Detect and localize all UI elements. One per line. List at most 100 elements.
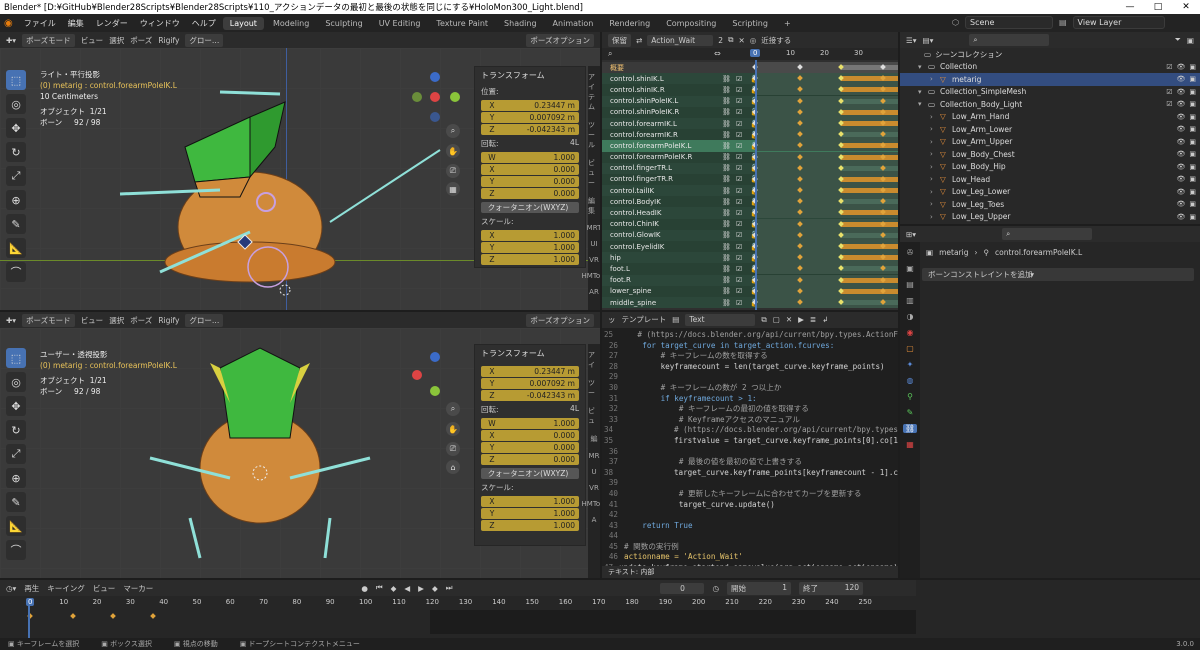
gizmo-x-icon[interactable]	[430, 92, 440, 102]
preview-range-icon[interactable]: ◷	[712, 584, 719, 593]
scene-props-icon[interactable]: ◑	[907, 312, 914, 321]
dopesheet-channel-row[interactable]: control.tailIK⛓☑🔓	[602, 185, 898, 197]
gizmo-y-icon[interactable]	[430, 386, 440, 396]
mute-checkbox-icon[interactable]: ☑	[736, 254, 750, 262]
outliner-item[interactable]: ▾ ▭ Collection_Body_Light ☑ 👁 ▣	[900, 98, 1200, 111]
object-props-icon[interactable]: ▢	[906, 344, 914, 353]
new-collection-icon[interactable]: ▣	[1187, 36, 1194, 45]
code-line[interactable]: 32 # キーフレームの最初の値を取得する	[602, 404, 898, 415]
unlink-action-icon[interactable]: ✕	[738, 36, 744, 45]
dopesheet-editor[interactable]: 保留 ⇄ Action_Wait 2 ⧉ ✕ ◎ 近接する ⌕ ⇔ 0 10 2…	[602, 32, 898, 310]
outliner-type-icon[interactable]: ☰▾	[906, 36, 917, 45]
location-z-field[interactable]: Z -0.042343 m	[481, 124, 579, 135]
rotation-x-field[interactable]: X 0.000	[481, 430, 579, 441]
menu-rigify[interactable]: Rigify	[158, 36, 179, 45]
line-numbers-icon[interactable]: ≣	[810, 315, 816, 326]
mute-checkbox-icon[interactable]: ☑	[736, 142, 750, 150]
material-props-icon[interactable]: ▦	[906, 440, 914, 449]
select-tool-icon[interactable]: ⬚	[6, 348, 26, 368]
dopesheet-channel-row[interactable]: hip⛓☑🔓	[602, 252, 898, 264]
modifier-props-icon[interactable]: ✦	[907, 360, 914, 369]
pose-options-button[interactable]: ポーズオプション	[526, 33, 594, 47]
npanel-tab-mrt[interactable]: MRT	[587, 224, 600, 232]
timeline-ruler[interactable]: 0 10 20 30 40 50 60 70 80 90 100 110 120 130 140 150 160…	[0, 597, 916, 609]
eye-icon[interactable]: 👁	[1176, 163, 1185, 171]
tab-rendering[interactable]: Rendering	[602, 17, 657, 30]
visibility-icon[interactable]: ⛓	[722, 86, 736, 94]
mute-checkbox-icon[interactable]: ☑	[736, 276, 750, 284]
visibility-icon[interactable]: ⛓	[722, 287, 736, 295]
npanel-tab-ar[interactable]: AR	[589, 288, 599, 296]
code-line[interactable]: 34 # (https://docs.blender.org/api/curre…	[602, 425, 898, 436]
mode-selector[interactable]: ポーズモード	[22, 313, 75, 327]
eye-icon[interactable]: 👁	[1176, 150, 1185, 158]
run-script-icon[interactable]: ▶	[798, 315, 804, 326]
mute-checkbox-icon[interactable]: ☑	[736, 299, 750, 307]
mute-checkbox-icon[interactable]: ☑	[736, 75, 750, 83]
snap-label[interactable]: 近接する	[761, 35, 791, 46]
npanel-tab-item[interactable]: アイテム	[588, 72, 600, 112]
dopesheet-mode[interactable]: 保留	[608, 33, 631, 47]
menu-playback[interactable]: 再生	[24, 583, 39, 594]
code-line[interactable]: 31 if keyframecount > 1:	[602, 394, 898, 405]
disclosure-chevron-icon[interactable]: ›	[930, 75, 940, 83]
new-action-icon[interactable]: ⧉	[728, 35, 733, 45]
cursor-tool-icon[interactable]: ◎	[6, 372, 26, 392]
menu-help[interactable]: ヘルプ	[187, 18, 221, 29]
code-line[interactable]: 41 target_curve.update()	[602, 500, 898, 511]
code-line[interactable]: 38 target_curve.keyframe_points[keyframe…	[602, 468, 898, 479]
ortho-grid-icon[interactable]: ▦	[446, 182, 460, 196]
code-line[interactable]: 37 # 最後の値を最初の値で上書きする	[602, 457, 898, 468]
tab-shading[interactable]: Shading	[497, 17, 544, 30]
properties-search[interactable]: ⌕	[1002, 228, 1093, 240]
text-datablock[interactable]: Text	[685, 313, 756, 327]
checkbox-icon[interactable]: ☑	[1166, 100, 1172, 108]
templates-menu[interactable]: テンプレート	[622, 315, 667, 326]
visibility-icon[interactable]: ⛓	[722, 175, 736, 183]
code-line[interactable]: 42	[602, 510, 898, 521]
code-line[interactable]: 29	[602, 372, 898, 383]
camera-icon[interactable]: ▣	[1189, 175, 1196, 183]
measure-tool-icon[interactable]: 📐	[6, 238, 26, 258]
channel-search-icon[interactable]: ⌕	[608, 49, 612, 59]
rotation-w-field[interactable]: W 1.000	[481, 152, 579, 163]
npanel-tab-tool[interactable]: ツール	[588, 120, 600, 150]
code-line[interactable]: 35 firstvalue = target_curve.keyframe_po…	[602, 436, 898, 447]
code-line[interactable]: 45 # 関数の実行例	[602, 542, 898, 553]
add-workspace-button[interactable]: +	[777, 17, 798, 30]
start-frame-field[interactable]: 開始 1	[727, 581, 792, 595]
npanel-tab-view[interactable]: ビュー	[588, 158, 600, 188]
menu-view[interactable]: ビュー	[81, 315, 104, 326]
outliner-item[interactable]: ▾ ▭ Collection ☑ 👁 ▣	[900, 61, 1200, 74]
output-props-icon[interactable]: ▤	[906, 280, 914, 289]
tool-props-icon[interactable]: ✇	[907, 248, 914, 257]
gizmo-neg-z-icon[interactable]	[430, 112, 440, 122]
disclosure-chevron-icon[interactable]: ›	[930, 163, 940, 171]
disclosure-chevron-icon[interactable]: ▾	[918, 88, 928, 96]
word-wrap-icon[interactable]: ↲	[822, 315, 828, 326]
outliner-item[interactable]: ›▽Low_Body_Hip☑👁▣	[900, 161, 1200, 174]
render-props-icon[interactable]: ▣	[906, 264, 914, 273]
timeline-editor[interactable]: ◷▾ 再生 キーイング ビュー マーカー ● ⏮ ◆ ◀ ▶ ◆ ⏭ 0 ◷ 開…	[0, 580, 916, 638]
dopesheet-channel-row[interactable]: control.BodyIK⛓☑🔓	[602, 196, 898, 208]
gizmo-neg-y-icon[interactable]	[412, 92, 422, 102]
menu-view[interactable]: ビュー	[93, 583, 116, 594]
dopesheet-channel-row[interactable]: control.ChinIK⛓☑🔓	[602, 218, 898, 230]
camera-icon[interactable]: ⎚	[446, 442, 460, 456]
camera-icon[interactable]: ▣	[1189, 138, 1196, 146]
pose-tool-icon[interactable]: ⌒	[6, 540, 26, 560]
code-line[interactable]: 27 # キーフレームの数を取得する	[602, 351, 898, 362]
end-frame-field[interactable]: 終了 120	[799, 581, 864, 595]
code-area[interactable]: 25 # (https://docs.blender.org/api/curre…	[602, 328, 898, 578]
menu-keying[interactable]: キーイング	[47, 583, 85, 594]
annotate-tool-icon[interactable]: ✎	[6, 492, 26, 512]
bone-constraint-props-icon[interactable]: ⛓	[902, 424, 918, 433]
scale-x-field[interactable]: X 1.000	[481, 496, 579, 507]
eye-icon[interactable]: 👁	[1176, 100, 1185, 108]
tab-sculpting[interactable]: Sculpting	[318, 17, 369, 30]
character-model-top[interactable]	[100, 62, 450, 302]
scale-y-field[interactable]: Y 1.000	[481, 242, 579, 253]
menu-render[interactable]: レンダー	[91, 18, 133, 29]
npanel-tab-ui[interactable]: UI	[590, 240, 597, 248]
menu-edit[interactable]: 編集	[63, 18, 89, 29]
